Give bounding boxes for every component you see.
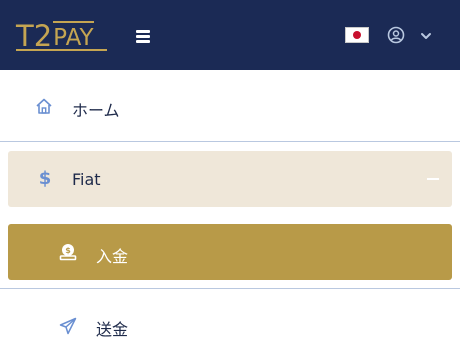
deposit-icon: $	[59, 243, 77, 261]
sidebar-item-label: 入金	[96, 247, 129, 266]
sidebar-item-deposit[interactable]: $ 入金	[8, 224, 452, 280]
user-circle-icon[interactable]	[387, 26, 405, 44]
flag-sun	[353, 31, 361, 39]
logo-text-t2: T2	[16, 19, 53, 53]
collapse-icon[interactable]	[427, 178, 439, 180]
dollar-icon: $	[38, 168, 52, 189]
sidebar-item-fiat[interactable]: $ Fiat	[8, 151, 452, 207]
paper-plane-icon	[59, 317, 77, 335]
chevron-down-icon[interactable]	[419, 28, 433, 42]
home-icon	[35, 97, 53, 115]
sidebar-item-send[interactable]: 送金	[0, 300, 460, 350]
logo-underline	[16, 49, 107, 51]
logo-text-pay: PAY	[53, 21, 94, 50]
top-header: T2 PAY	[0, 0, 460, 70]
japan-flag-icon[interactable]	[345, 27, 369, 43]
divider	[0, 288, 460, 289]
t2pay-logo[interactable]: T2 PAY	[16, 18, 94, 53]
hamburger-icon[interactable]	[136, 29, 150, 43]
sidebar-item-home[interactable]: ホーム	[0, 72, 460, 142]
sidebar-item-label: Fiat	[72, 170, 101, 189]
svg-text:$: $	[65, 246, 71, 255]
sidebar-item-label: ホーム	[72, 101, 120, 120]
sidebar-item-label: 送金	[96, 320, 129, 339]
